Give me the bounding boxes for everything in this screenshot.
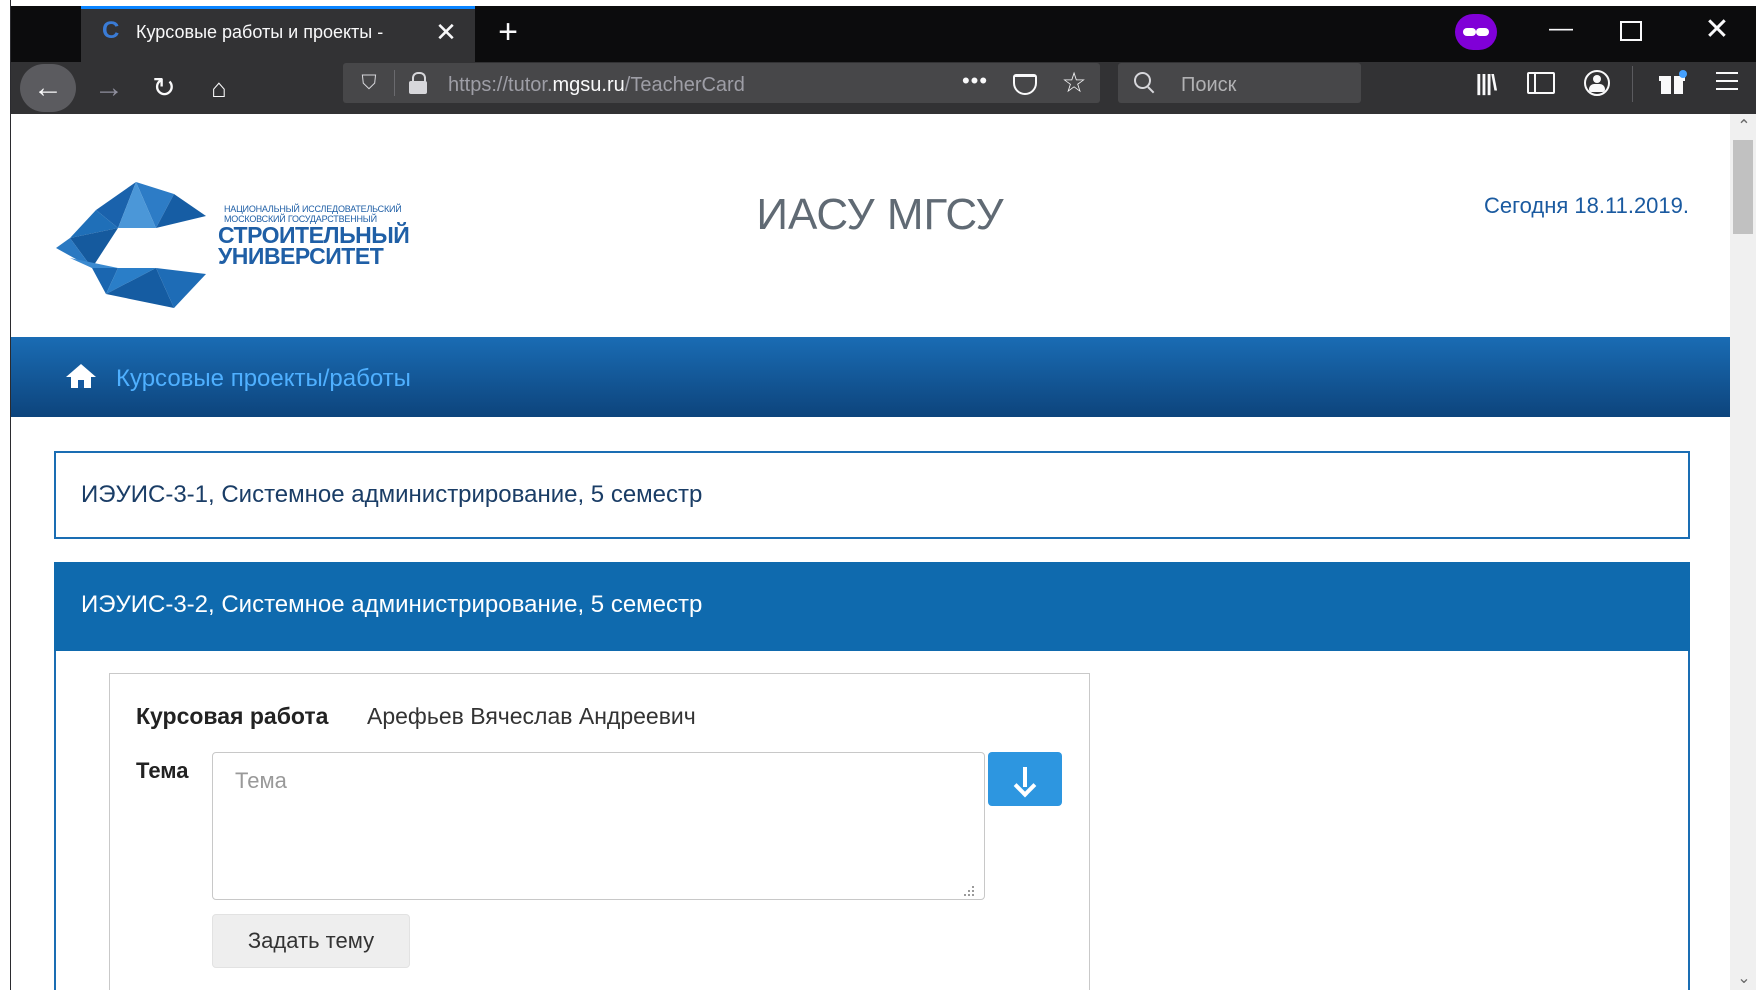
search-icon bbox=[1132, 70, 1158, 96]
home-icon[interactable]: ⌂ bbox=[195, 64, 243, 112]
toolbar-separator bbox=[1632, 66, 1633, 102]
browser-window: C Курсовые работы и проекты - ✕ + — ✕ ← … bbox=[0, 0, 1764, 990]
scrollbar-thumb[interactable] bbox=[1733, 140, 1753, 234]
window-right-edge bbox=[1756, 0, 1764, 990]
gift-icon[interactable] bbox=[1659, 70, 1687, 96]
topic-label: Тема bbox=[136, 758, 189, 783]
site-title: ИАСУ МГСУ bbox=[756, 190, 1004, 239]
topic-input[interactable] bbox=[212, 752, 985, 900]
hamburger-menu-icon[interactable] bbox=[1716, 72, 1740, 92]
chevron-up-icon[interactable]: ⌃ bbox=[1736, 118, 1752, 136]
arrow-right-icon[interactable]: → bbox=[85, 64, 133, 112]
resize-handle-icon[interactable] bbox=[963, 884, 975, 896]
group-title[interactable]: ИЭУИС-3-1, Системное администрирование, … bbox=[81, 479, 981, 511]
account-icon[interactable] bbox=[1584, 70, 1610, 96]
url-host: mgsu.ru bbox=[552, 74, 625, 96]
url-separator bbox=[394, 70, 395, 96]
coursework-label: Курсовая работа bbox=[136, 703, 329, 729]
nav-link-course-projects[interactable]: Курсовые проекты/работы bbox=[116, 363, 536, 395]
search-placeholder: Поиск bbox=[1181, 74, 1237, 96]
tab-close-icon[interactable]: ✕ bbox=[432, 18, 460, 46]
university-logo-icon bbox=[56, 182, 206, 308]
url-path: /TeacherCard bbox=[624, 74, 745, 96]
shield-icon[interactable]: ⛉ bbox=[356, 70, 382, 96]
arrow-left-icon[interactable]: ← bbox=[20, 64, 76, 112]
tab-title: Курсовые работы и проекты - bbox=[136, 22, 384, 42]
reload-icon[interactable]: ↻ bbox=[140, 64, 188, 112]
today-date: Сегодня 18.11.2019. bbox=[1483, 193, 1689, 218]
chevron-down-icon[interactable]: ⌄ bbox=[1736, 970, 1752, 988]
maximize-icon[interactable] bbox=[1620, 21, 1642, 41]
page-scrollbar[interactable] bbox=[1730, 114, 1756, 990]
pocket-icon[interactable] bbox=[1010, 70, 1040, 96]
page-actions-icon[interactable]: ••• bbox=[958, 70, 992, 96]
logo-title: СТРОИТЕЛЬНЫЙ УНИВЕРСИТЕТ bbox=[218, 222, 410, 269]
url-text[interactable]: https://tutor.mgsu.ru/TeacherCard bbox=[448, 72, 928, 98]
set-topic-button[interactable]: Задать тему bbox=[212, 914, 410, 968]
c-logo-icon: C bbox=[102, 17, 120, 44]
lock-icon[interactable] bbox=[405, 70, 431, 96]
home-icon[interactable] bbox=[66, 364, 96, 390]
student-name: Арефьев Вячеслав Андреевич bbox=[367, 703, 696, 729]
arrow-down-icon bbox=[1012, 765, 1038, 798]
window-close-icon[interactable]: ✕ bbox=[1699, 12, 1735, 48]
window-left-edge bbox=[0, 0, 11, 990]
sidebar-icon[interactable] bbox=[1527, 72, 1555, 94]
group-title[interactable]: ИЭУИС-3-2, Системное администрирование, … bbox=[81, 589, 981, 621]
new-tab-icon[interactable]: + bbox=[491, 15, 525, 49]
url-prefix: https://tutor. bbox=[448, 74, 553, 96]
star-icon[interactable]: ☆ bbox=[1058, 67, 1090, 99]
library-icon[interactable]: |||\ bbox=[1470, 68, 1502, 98]
minimize-icon[interactable]: — bbox=[1543, 14, 1579, 48]
private-browsing-icon bbox=[1455, 14, 1497, 50]
